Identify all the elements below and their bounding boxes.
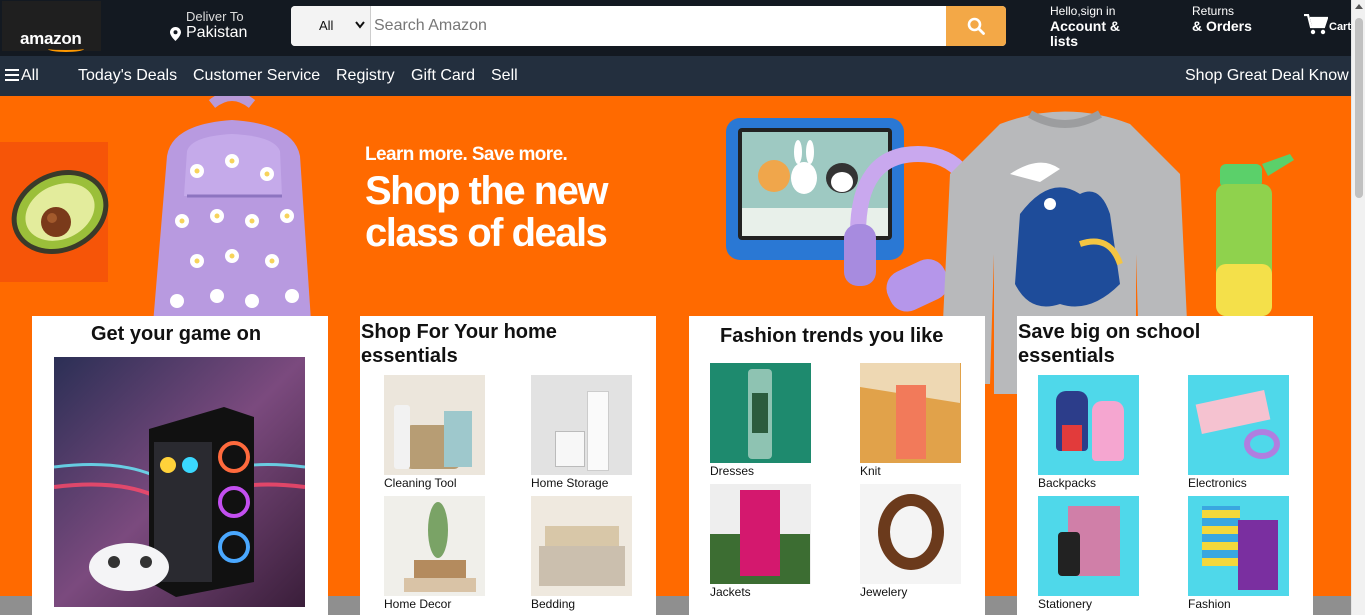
account-label: Account & lists [1050,18,1120,49]
tile-caption: Bedding [531,597,576,611]
home-decor-image [384,496,485,596]
search-bar: All [291,6,1006,46]
gaming-pc-image[interactable] [54,357,305,607]
backpacks-image [1038,375,1139,475]
hero-subheading: Learn more. Save more. [365,144,568,165]
orders-label: & Orders [1192,18,1252,34]
avocado-case-image [0,142,109,282]
logo-smile-icon [48,46,84,52]
tile-knit[interactable]: Knit [860,363,962,478]
account-greeting: Hello,sign in [1050,4,1116,18]
home-storage-image [531,375,632,475]
tile-caption: Electronics [1188,476,1247,490]
search-icon [967,17,985,35]
search-input[interactable] [372,6,946,46]
location-pin-icon [170,27,181,41]
cart-icon [1304,14,1328,35]
card-title: Save big on school essentials [1018,321,1201,367]
tile-bedding[interactable]: Bedding [531,496,633,611]
tile-caption: Knit [860,464,881,478]
cart-label: Cart [1329,21,1352,33]
hero-heading: Shop the new class of deals [365,169,609,255]
deliver-country: Pakistan [186,24,248,41]
nav-todays-deals[interactable]: Today's Deals [78,67,177,85]
tile-jackets[interactable]: Jackets [710,484,812,599]
tile-caption: Jewelery [860,585,908,599]
returns-orders[interactable]: Returns & Orders [1192,4,1252,34]
page-scrollbar[interactable] [1351,0,1365,615]
knit-image [860,363,961,463]
tile-backpacks[interactable]: Backpacks [1038,375,1140,490]
scroll-up-arrow-icon[interactable] [1355,4,1363,9]
tile-electronics[interactable]: Electronics [1188,375,1290,490]
stationery-image [1038,496,1139,596]
chevron-down-icon [355,21,365,29]
tile-caption: Home Decor [384,597,452,611]
card-title: Shop For Your home essentials [361,321,557,367]
water-bottle-image [1216,154,1294,316]
tile-dresses[interactable]: Dresses [710,363,812,478]
jackets-image [710,484,811,584]
fashion-image [1188,496,1289,596]
search-category-value: All [319,18,334,33]
card-school-essentials[interactable]: Save big on school essentials Backpacks … [1017,316,1313,615]
cleaning-tool-image [384,375,485,475]
tile-stationery[interactable]: Stationery [1038,496,1140,611]
tile-caption: Backpacks [1038,476,1097,490]
tile-caption: Fashion [1188,597,1231,611]
tile-caption: Home Storage [531,476,609,490]
card-title: Get your game on [91,323,262,345]
dresses-image [710,363,811,463]
nav-all[interactable]: All [21,67,39,85]
scroll-thumb[interactable] [1355,18,1363,198]
tile-caption: Jackets [710,585,751,599]
tile-home-decor[interactable]: Home Decor [384,496,486,611]
tile-caption: Dresses [710,464,755,478]
tile-cleaning-tool[interactable]: Cleaning Tool [384,375,486,490]
card-title: Fashion trends you like [720,325,944,347]
top-navbar: amazon Deliver To Pakistan All Hello,sig… [0,0,1351,56]
tile-home-storage[interactable]: Home Storage [531,375,633,490]
card-fashion-trends[interactable]: Fashion trends you like Dresses Knit Jac… [689,316,985,615]
amazon-logo[interactable]: amazon [2,1,101,52]
search-button[interactable] [946,6,1006,46]
hamburger-menu-icon[interactable] [5,69,19,81]
nav-customer-service[interactable]: Customer Service [193,67,320,85]
deliver-label: Deliver To [186,9,244,24]
tile-jewelery[interactable]: Jewelery [860,484,962,599]
tile-fashion[interactable]: Fashion [1188,496,1290,611]
returns-label: Returns [1192,4,1235,18]
card-game[interactable]: Get your game on [32,316,328,615]
account-lists[interactable]: Hello,sign in Account & lists [1050,4,1130,49]
secondary-navbar: All Today's Deals Customer Service Regis… [0,56,1351,96]
backpack-image [152,96,312,336]
electronics-image [1188,375,1289,475]
card-home-essentials[interactable]: Shop For Your home essentials Cleaning T… [360,316,656,615]
nav-gift-card[interactable]: Gift Card [411,67,475,85]
tile-caption: Cleaning Tool [384,476,457,490]
nav-sell[interactable]: Sell [491,67,518,85]
tile-caption: Stationery [1038,597,1093,611]
nav-registry[interactable]: Registry [336,67,395,85]
bedding-image [531,496,632,596]
nav-promo[interactable]: Shop Great Deal Know [1185,67,1349,85]
jewelery-image [860,484,961,584]
search-category-select[interactable]: All [291,6,371,46]
